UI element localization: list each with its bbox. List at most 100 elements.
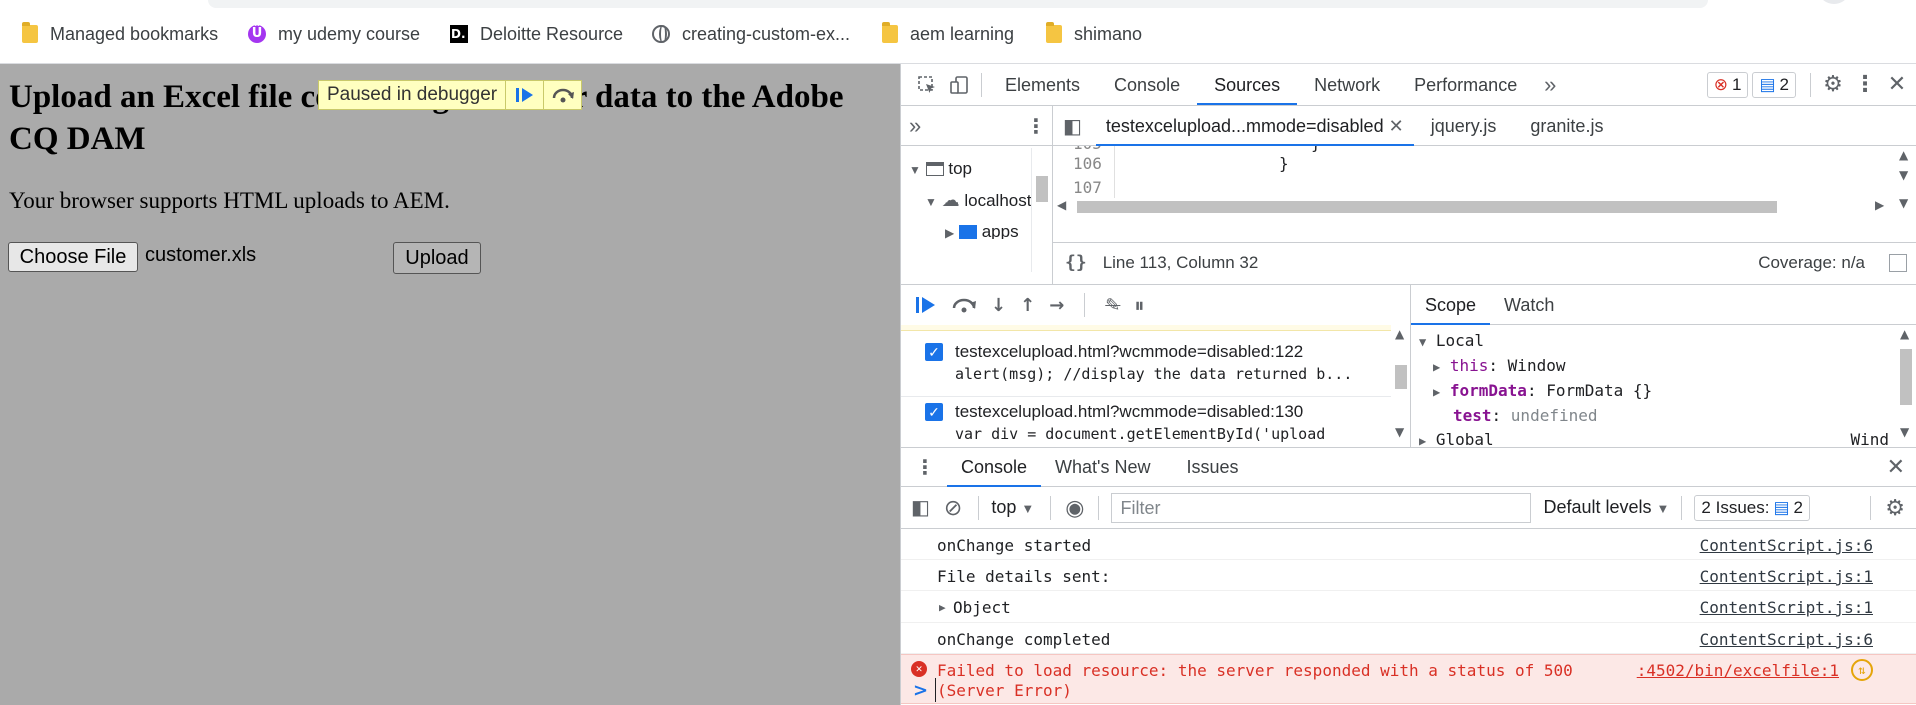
code-vscroll[interactable]: ▲ ▼ ▼ [1895, 146, 1916, 216]
log-levels-dropdown[interactable]: Default levels ▼ [1543, 497, 1669, 518]
drawer-tabbar: ⋮ Console What's New Issues ✕ [901, 447, 1916, 487]
drawer-tab-issues[interactable]: Issues [1165, 447, 1253, 487]
pause-on-exceptions-icon[interactable]: ⏸ [1134, 293, 1144, 317]
var-name: formData [1449, 381, 1527, 400]
choose-file-button[interactable]: Choose File [8, 242, 138, 272]
step-icon[interactable]: → [1049, 295, 1064, 316]
file-tab-jquery[interactable]: jquery.js [1414, 106, 1514, 146]
pretty-print-icon[interactable]: {} [1065, 252, 1087, 273]
scope-local-section[interactable]: ▼ Local [1419, 329, 1889, 354]
issues-badge[interactable]: 2 Issues: ▤ 2 [1694, 494, 1810, 521]
resume-icon[interactable] [915, 295, 937, 315]
tree-item-localhost[interactable]: ▼ ☁ localhost [909, 185, 1031, 217]
toggle-navigator-icon[interactable]: ◧ [1063, 114, 1082, 138]
code-line: } [1279, 154, 1289, 173]
tab-elements[interactable]: Elements [988, 65, 1097, 105]
error-icon: ⊗ [1713, 74, 1728, 94]
messages-badge[interactable]: ▤ 2 [1752, 71, 1796, 98]
bookmarks-bar: Managed bookmarks my udemy course Deloit… [0, 0, 1916, 64]
collapse-arrow-icon: ▶ [945, 226, 955, 239]
messages-count: 2 [1779, 74, 1789, 94]
clear-console-icon[interactable]: ⊘ [944, 495, 962, 521]
tab-console[interactable]: Console [1097, 65, 1197, 105]
tab-performance[interactable]: Performance [1397, 65, 1534, 105]
code-area[interactable]: 105 } 106 } 107 [1053, 146, 1893, 198]
bookmark-managed[interactable]: Managed bookmarks [22, 22, 218, 46]
bookmark-shimano[interactable]: shimano [1046, 22, 1142, 46]
bookmark-label: Managed bookmarks [50, 23, 219, 44]
breakpoint-checkbox[interactable]: ✓ [925, 343, 943, 361]
step-out-icon[interactable]: ↑ [1020, 295, 1035, 316]
scope-var-test[interactable]: test: undefined [1419, 404, 1889, 428]
navigator-more-icon[interactable]: » [909, 113, 921, 139]
message-source-link[interactable]: ContentScript.js:6 [1700, 630, 1873, 649]
coverage-toggle-icon[interactable] [1889, 253, 1907, 272]
close-drawer-icon[interactable]: ✕ [1887, 455, 1905, 480]
scope-scrollbar[interactable]: ▲ ▼ [1895, 325, 1916, 448]
devtools-toolbar: Elements Console Sources Network Perform… [901, 64, 1916, 106]
scope-var-formdata[interactable]: ▶ formData: FormData {} [1419, 379, 1889, 404]
tree-item-top[interactable]: ▼ top [909, 154, 1031, 185]
message-source-link[interactable]: ContentScript.js:6 [1700, 536, 1873, 555]
tab-scope[interactable]: Scope [1411, 285, 1491, 325]
bookmark-creating-custom[interactable]: creating-custom-ex... [652, 22, 850, 46]
breakpoint-location: testexcelupload.html?wcmmode=disabled:13… [955, 402, 1304, 421]
file-tab-granite[interactable]: granite.js [1513, 106, 1620, 146]
bookmark-udemy[interactable]: my udemy course [248, 22, 420, 46]
bookmark-aem-learning[interactable]: aem learning [882, 22, 1014, 46]
scope-global-section[interactable]: ▶ Global Wind [1419, 428, 1889, 447]
tab-watch[interactable]: Watch [1490, 285, 1568, 325]
expand-arrow-icon: ▼ [909, 163, 921, 177]
drawer-tab-console[interactable]: Console [947, 447, 1042, 487]
navigator-scrollbar[interactable] [1031, 148, 1051, 272]
console-input[interactable] [935, 678, 1895, 702]
resume-button[interactable] [505, 81, 543, 109]
message-source-link[interactable]: ContentScript.js:1 [1700, 567, 1873, 586]
close-tab-icon[interactable]: ✕ [1389, 116, 1404, 136]
breakpoint-item[interactable]: ✓ testexcelupload.html?wcmmode=disabled:… [901, 337, 1391, 397]
coverage-status: Coverage: n/a [1758, 252, 1865, 272]
live-expression-eye-icon[interactable]: ◉ [1065, 495, 1084, 521]
tab-network[interactable]: Network [1297, 65, 1397, 105]
console-message[interactable]: ▶ Object ContentScript.js:1 [901, 591, 1916, 623]
step-over-button[interactable] [543, 81, 581, 109]
drawer-tab-whats-new[interactable]: What's New [1041, 447, 1164, 487]
message-source-link[interactable]: ContentScript.js:1 [1700, 598, 1873, 617]
step-into-icon[interactable]: ↓ [991, 295, 1006, 316]
drawer-menu-icon[interactable]: ⋮ [915, 455, 935, 479]
device-toolbar-button[interactable] [943, 69, 975, 101]
scope-section-label: Global [1435, 430, 1494, 447]
console-message: onChange completed ContentScript.js:6 [901, 623, 1916, 654]
console-filter-input[interactable]: Filter [1111, 492, 1532, 523]
globe-icon [652, 25, 670, 43]
profile-avatar[interactable] [1820, 0, 1848, 4]
context-selector[interactable]: top ▼ [991, 497, 1034, 518]
breakpoint-item[interactable]: ✓ testexcelupload.html?wcmmode=disabled:… [901, 397, 1391, 448]
scope-section-label: Local [1435, 331, 1485, 350]
sources-top-area: » ⋮ ▼ top ▼ ☁ localhost ▶ apps ◧ testexc… [901, 106, 1916, 284]
console-settings-gear-icon[interactable]: ⚙ [1885, 495, 1905, 521]
file-tab-testexcelupload[interactable]: testexcelupload...mmode=disabled ✕ [1095, 106, 1414, 146]
step-over-icon[interactable] [951, 296, 977, 314]
breakpoint-checkbox[interactable]: ✓ [925, 403, 943, 421]
settings-gear-icon[interactable]: ⚙ [1817, 69, 1849, 101]
code-hscroll[interactable]: ◀ ▶ [1053, 198, 1893, 216]
console-sidebar-icon[interactable]: ◧ [911, 495, 930, 520]
breakpoints-scrollbar[interactable]: ▲ ▼ [1391, 325, 1411, 448]
bookmark-deloitte[interactable]: Deloitte Resource [450, 22, 623, 46]
device-icon [950, 75, 968, 94]
selected-file-name: customer.xls [145, 244, 257, 266]
close-devtools-icon[interactable]: ✕ [1881, 69, 1913, 101]
paused-in-debugger-overlay: Paused in debugger [318, 80, 583, 110]
navigator-menu-icon[interactable]: ⋮ [1026, 114, 1046, 138]
inspect-element-button[interactable] [911, 69, 943, 101]
tree-item-apps[interactable]: ▶ apps [909, 217, 1031, 239]
more-tabs-icon[interactable]: » [1534, 69, 1566, 101]
customize-menu-icon[interactable]: ⋮ [1849, 69, 1881, 101]
tab-sources[interactable]: Sources [1197, 65, 1298, 105]
inspect-icon [918, 75, 935, 93]
errors-badge[interactable]: ⊗ 1 [1706, 71, 1749, 98]
upload-button[interactable]: Upload [393, 242, 481, 274]
deactivate-breakpoints-icon[interactable]: ✎ [1105, 295, 1120, 316]
scope-var-this[interactable]: ▶ this: Window [1419, 354, 1889, 379]
